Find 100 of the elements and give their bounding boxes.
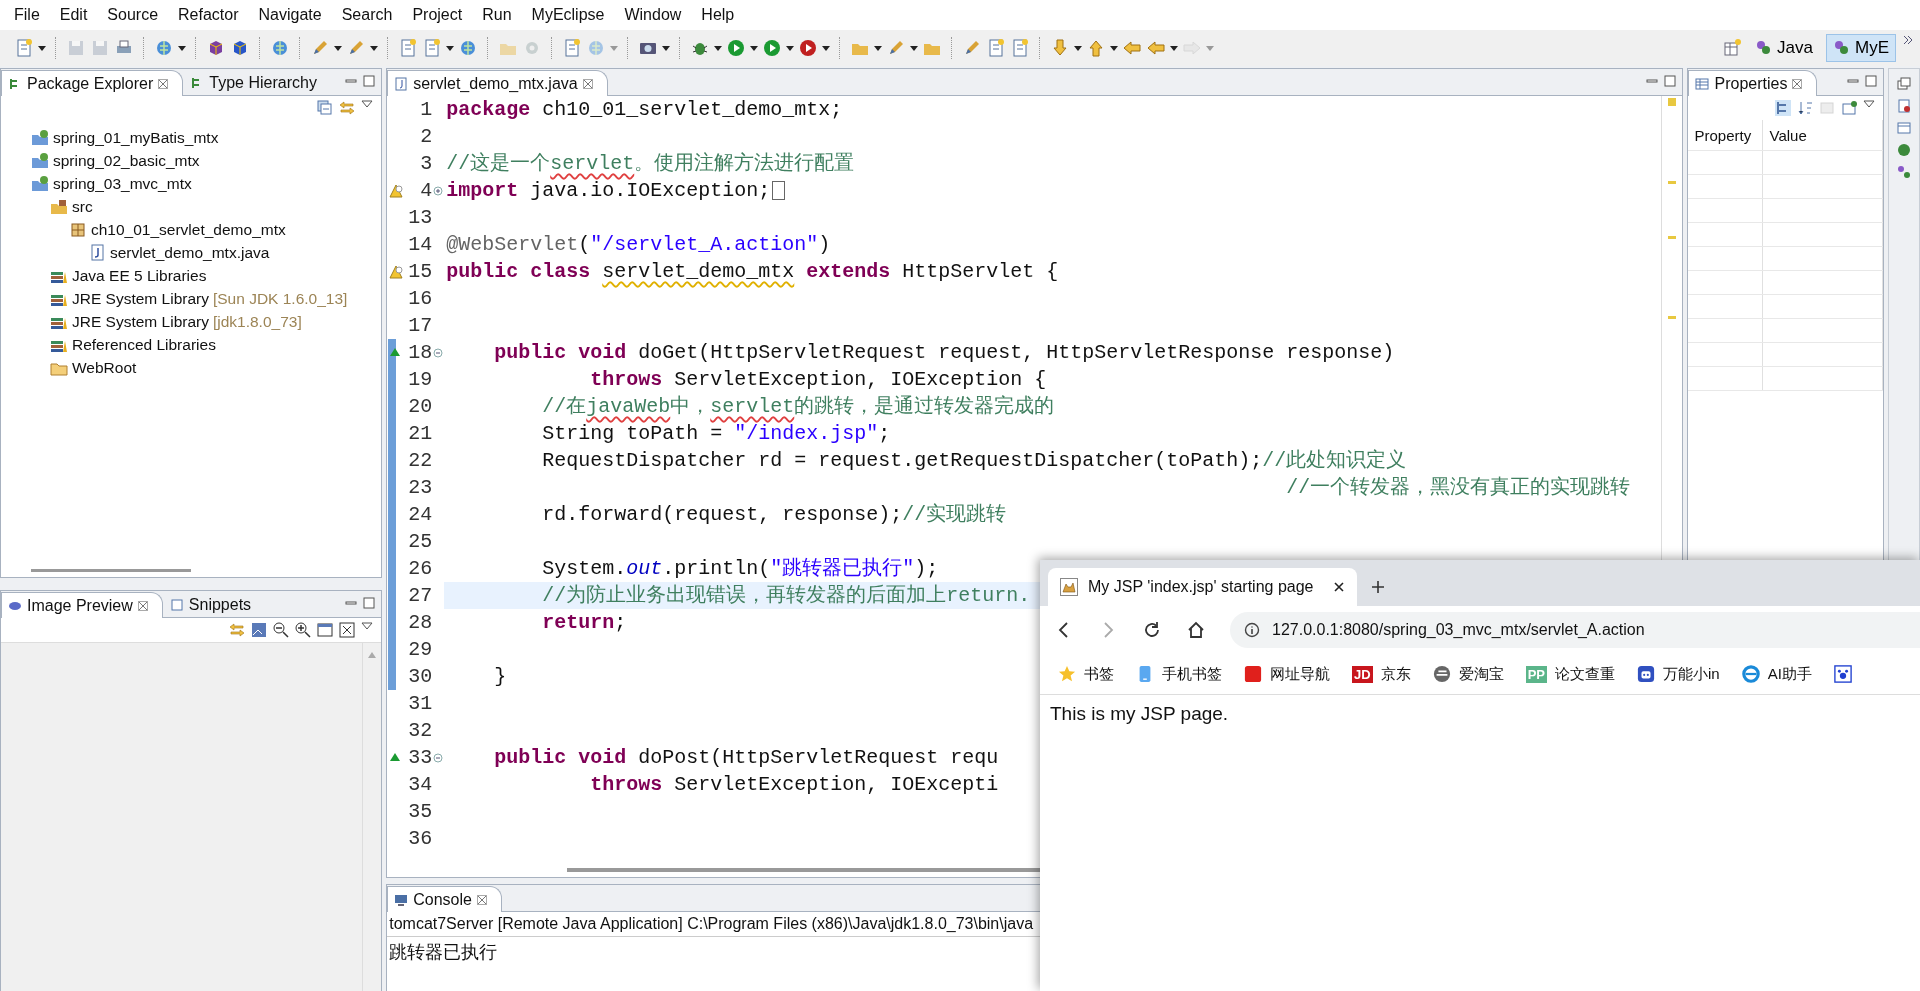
folded-code-marker[interactable] [772, 181, 786, 200]
globe-icon[interactable] [1897, 143, 1912, 157]
caret-icon[interactable] [714, 45, 722, 51]
bookmark[interactable]: PP 论文查重 [1525, 664, 1615, 684]
bookmark[interactable]: 网址导航 [1244, 664, 1330, 684]
caret-icon[interactable] [38, 45, 46, 51]
caret-icon[interactable] [822, 45, 830, 51]
globe-icon[interactable] [270, 38, 290, 58]
menu-item[interactable]: File [4, 6, 50, 24]
link-arrows-icon[interactable] [339, 100, 356, 116]
overview-marker[interactable] [1668, 181, 1677, 184]
caret-icon[interactable] [446, 45, 454, 51]
collapse-icon[interactable] [433, 752, 444, 763]
tree-item[interactable]: src [1, 195, 382, 218]
tree-item[interactable]: Java EE 5 Libraries [1, 264, 382, 287]
reload-icon[interactable] [1142, 620, 1162, 640]
maximize-icon[interactable] [1664, 75, 1677, 87]
caret-icon[interactable] [1170, 45, 1178, 51]
menu-item[interactable]: Window [614, 6, 692, 24]
expand-icon[interactable] [433, 185, 444, 196]
run-icon[interactable] [762, 38, 782, 58]
menu-item[interactable]: Help [691, 6, 745, 24]
caret-icon[interactable] [910, 45, 918, 51]
maximize-icon[interactable] [363, 75, 376, 87]
chevron-icon[interactable] [1902, 34, 1914, 46]
restore-icon[interactable] [1897, 77, 1912, 91]
view-tab[interactable]: Type Hierarchy [183, 70, 332, 95]
tree-item[interactable]: JRE System Library [jdk1.8.0_73] [1, 310, 382, 333]
caret-icon[interactable] [178, 45, 186, 51]
window-icon[interactable] [1897, 121, 1912, 135]
bookmark[interactable]: 书签 [1058, 664, 1114, 684]
document-icon[interactable] [1897, 99, 1912, 113]
menu-item[interactable]: Refactor [168, 6, 249, 24]
restore-icon[interactable] [1841, 100, 1858, 116]
tree-list-icon[interactable] [1775, 100, 1792, 116]
view-tab[interactable]: Console [387, 886, 502, 912]
menu-item[interactable]: Source [97, 6, 169, 24]
view-tab[interactable]: Properties [1688, 70, 1818, 96]
server-icon[interactable] [398, 38, 418, 58]
nodes-icon[interactable] [1897, 165, 1912, 179]
tree-item[interactable]: WebRoot [1, 356, 382, 379]
scroll-up-icon[interactable] [367, 651, 378, 659]
menu-item[interactable]: Search [331, 6, 403, 24]
view-menu-icon[interactable] [1863, 100, 1876, 108]
tree-item[interactable]: spring_02_basic_mtx [1, 149, 382, 172]
menu-item[interactable]: Project [402, 6, 473, 24]
browser-tab[interactable]: My JSP 'index.jsp' starting page [1048, 568, 1358, 606]
tree-item[interactable]: spring_01_myBatis_mtx [1, 126, 382, 149]
view-tab[interactable]: Image Preview [1, 592, 163, 618]
bookmark[interactable]: 万能小in [1636, 664, 1720, 684]
view-menu-icon[interactable] [361, 100, 374, 108]
image-icon[interactable] [251, 622, 268, 638]
overview-marker[interactable] [1668, 236, 1677, 239]
play-icon[interactable] [726, 38, 746, 58]
bookmark-icon[interactable] [1833, 665, 1852, 683]
perspective-button[interactable]: Java [1748, 34, 1820, 62]
sort-icon[interactable] [1797, 100, 1814, 116]
zoom-in-icon[interactable] [295, 622, 312, 638]
column-header[interactable]: Property [1688, 120, 1764, 150]
home-icon[interactable] [1186, 620, 1206, 640]
open-perspective-icon[interactable] [1722, 38, 1743, 58]
new-tab-icon[interactable] [1371, 580, 1386, 594]
close-icon[interactable] [1333, 581, 1346, 593]
caret-icon[interactable] [786, 45, 794, 51]
bookmark[interactable]: JD 京东 [1352, 664, 1411, 684]
caret-icon[interactable] [1110, 45, 1118, 51]
chart-icon[interactable] [562, 38, 582, 58]
view-tab[interactable]: Snippets [162, 592, 267, 617]
overview-marker[interactable] [1668, 98, 1677, 106]
menu-item[interactable]: Run [472, 6, 522, 24]
collapse-icon[interactable] [433, 347, 444, 358]
view-tab[interactable]: Package Explorer [1, 70, 184, 96]
bookmark[interactable]: AI助手 [1741, 664, 1812, 684]
tree-item[interactable]: ch10_01_servlet_demo_mtx [1, 218, 382, 241]
actual-size-icon[interactable] [317, 622, 334, 638]
view-menu-icon[interactable] [361, 622, 374, 630]
tree-item[interactable]: JRE System Library [Sun JDK 1.6.0_13] [1, 287, 382, 310]
caret-icon[interactable] [370, 45, 378, 51]
link-arrows-icon[interactable] [229, 622, 246, 638]
tree-item[interactable]: servlet_demo_mtx.java [1, 241, 382, 264]
run-icon[interactable] [798, 38, 818, 58]
paragraph-icon[interactable] [1010, 38, 1030, 58]
tree-item[interactable]: spring_03_mvc_mtx [1, 172, 382, 195]
overview-marker[interactable] [1668, 316, 1677, 319]
caret-icon[interactable] [750, 45, 758, 51]
address-field[interactable]: 127.0.0.1:8080/spring_03_mvc_mtx/servlet_A.action [1230, 612, 1920, 648]
fit-icon[interactable] [339, 622, 356, 638]
menu-item[interactable]: Navigate [248, 6, 332, 24]
zoom-out-icon[interactable] [273, 622, 290, 638]
caret-icon[interactable] [874, 45, 882, 51]
bookmark[interactable]: 爱淘宝 [1432, 664, 1504, 684]
editor-tab[interactable]: servlet_demo_mtx.java [387, 70, 608, 96]
maximize-icon[interactable] [1865, 75, 1878, 87]
caret-icon[interactable] [662, 45, 670, 51]
tree-item[interactable]: Referenced Libraries [1, 333, 382, 356]
caret-icon[interactable] [1074, 45, 1082, 51]
bookmark[interactable]: 手机书签 [1136, 664, 1222, 684]
menu-item[interactable]: MyEclipse [521, 6, 615, 24]
column-header[interactable]: Value [1763, 120, 1884, 150]
collapse-all-icon[interactable] [317, 100, 334, 116]
